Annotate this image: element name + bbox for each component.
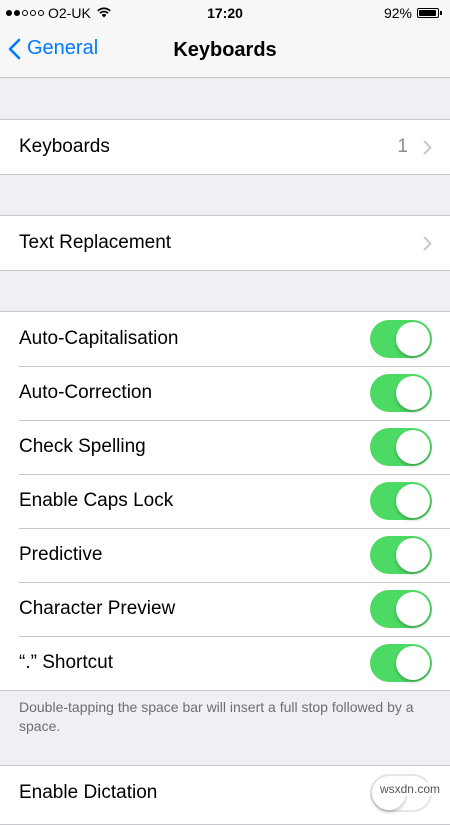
battery-fill <box>419 10 436 16</box>
text-replacement-row[interactable]: Text Replacement <box>0 216 450 270</box>
keyboards-row[interactable]: Keyboards 1 <box>0 120 450 174</box>
battery-percentage: 92% <box>383 5 412 21</box>
status-right: 92% <box>384 5 442 21</box>
keyboards-group: Keyboards 1 <box>0 119 450 175</box>
full-stop-shortcut-label: “.” Shortcut <box>19 652 113 673</box>
chevron-right-icon <box>423 140 432 155</box>
character-preview-row: Character Preview <box>0 582 450 636</box>
character-preview-label: Character Preview <box>19 598 176 619</box>
navigation-bar: General Keyboards <box>0 26 450 78</box>
shortcut-footer-note: Double-tapping the space bar will insert… <box>19 699 414 734</box>
keyboards-count: 1 <box>397 136 408 157</box>
auto-capitalisation-label: Auto-Capitalisation <box>19 328 179 349</box>
full-stop-shortcut-row: “.” Shortcut <box>0 636 450 690</box>
chevron-right-icon <box>423 236 432 251</box>
auto-correction-toggle[interactable] <box>370 374 432 412</box>
watermark: wsxdn.com <box>379 782 440 796</box>
character-preview-toggle[interactable] <box>370 590 432 628</box>
keyboards-label: Keyboards <box>19 136 110 157</box>
check-spelling-label: Check Spelling <box>19 436 146 457</box>
predictive-row: Predictive <box>0 528 450 582</box>
check-spelling-toggle[interactable] <box>370 428 432 466</box>
enable-dictation-label: Enable Dictation <box>19 782 158 803</box>
battery-icon <box>417 8 439 18</box>
predictive-toggle[interactable] <box>370 536 432 574</box>
keyboard-settings-group: Auto-Capitalisation Auto-Correction Chec… <box>0 311 450 691</box>
status-bar: O2-UK 17:20 92% <box>0 0 450 26</box>
enable-caps-lock-row: Enable Caps Lock <box>0 474 450 528</box>
predictive-label: Predictive <box>19 544 103 565</box>
text-replacement-label: Text Replacement <box>19 232 172 253</box>
status-time: 17:20 <box>207 5 243 21</box>
check-spelling-row: Check Spelling <box>0 420 450 474</box>
full-stop-shortcut-toggle[interactable] <box>370 644 432 682</box>
auto-correction-label: Auto-Correction <box>19 382 153 403</box>
enable-caps-lock-toggle[interactable] <box>370 482 432 520</box>
auto-capitalisation-toggle[interactable] <box>370 320 432 358</box>
page-title: Keyboards <box>173 39 277 61</box>
auto-correction-row: Auto-Correction <box>0 366 450 420</box>
enable-caps-lock-label: Enable Caps Lock <box>19 490 174 511</box>
battery-tip <box>440 11 442 15</box>
text-replacement-group: Text Replacement <box>0 215 450 271</box>
auto-capitalisation-row: Auto-Capitalisation <box>0 312 450 366</box>
